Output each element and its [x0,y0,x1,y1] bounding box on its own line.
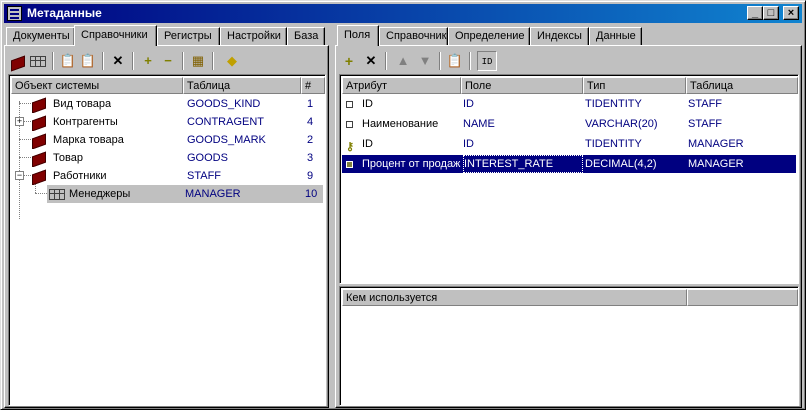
fields-grid[interactable]: Атрибут Поле Тип Таблица ID ID TIDENTITY… [339,74,799,284]
title-bar[interactable]: Метаданные _ □ × [4,4,802,23]
expand-icon[interactable]: + [15,117,24,126]
left-pane: Документы Справочники Регистры Настройки… [4,25,329,408]
add-item-icon[interactable]: + [138,51,158,71]
objects-tree[interactable]: Объект системы Таблица # Вид товара GOOD… [8,74,326,406]
diamond-icon[interactable]: ◆ [222,51,242,71]
right-tabpanel: + ✕ ▲ ▼ 📋 ID Атрибут Поле Тип Таблица ID… [335,45,802,408]
book-icon [31,167,47,185]
minimize-button[interactable]: _ [747,6,763,20]
table-icon [49,185,65,203]
left-tabpanel: 📋 📋 ✕ + − ▦ ◆ Объект системы Таблица # В… [4,45,329,408]
tab-database[interactable]: База [287,27,325,45]
field-marker-icon [346,115,353,133]
tree-row[interactable]: Товар GOODS 3 [11,149,323,167]
field-row[interactable]: Наименование NAME VARCHAR(20) STAFF [342,115,796,133]
col-attribute[interactable]: Атрибут [342,77,461,94]
field-row-selected[interactable]: Процент от продаж INTEREST_RATE DECIMAL(… [342,155,796,173]
key-icon: ⚷ [346,141,354,153]
window-title: Метаданные [27,6,102,20]
right-toolbar: + ✕ ▲ ▼ 📋 ID [339,49,798,73]
table-icon[interactable] [28,51,48,71]
tab-definition[interactable]: Определение [448,27,530,45]
tab-registers[interactable]: Регистры [157,27,220,45]
metadata-window: Метаданные _ □ × Документы Справочники Р… [0,0,806,410]
tree-row[interactable]: − Работники STAFF 9 [11,167,323,185]
col-object[interactable]: Объект системы [11,77,183,94]
move-up-icon[interactable]: ▲ [393,51,413,71]
col-used-by-extra[interactable] [687,289,798,306]
delete-field-icon[interactable]: ✕ [361,51,381,71]
remove-item-icon[interactable]: − [158,51,178,71]
book-icon [31,113,47,131]
field-row[interactable]: ⚷ ID ID TIDENTITY MANAGER [342,135,796,153]
tab-fields[interactable]: Поля [337,25,379,46]
tree-row[interactable]: Вид товара GOODS_KIND 1 [11,95,323,113]
tab-documents[interactable]: Документы [6,27,75,45]
tab-settings[interactable]: Настройки [220,27,287,45]
field-properties-icon[interactable]: 📋 [445,51,465,71]
col-used-by[interactable]: Кем используется [342,289,687,306]
id-toggle-button[interactable]: ID [477,51,497,71]
book-icon [31,149,47,167]
field-row[interactable]: ID ID TIDENTITY STAFF [342,95,796,113]
left-toolbar: 📋 📋 ✕ + − ▦ ◆ [8,49,325,73]
tab-reference[interactable]: Справочник [379,27,448,45]
properties-icon[interactable]: 📋 [58,51,78,71]
right-tabs: Поля Справочник Определение Индексы Данн… [335,25,802,46]
col-table[interactable]: Таблица [686,77,798,94]
hierarchy-icon[interactable]: ▦ [188,51,208,71]
tree-row[interactable]: Марка товара GOODS_MARK 2 [11,131,323,149]
app-icon [7,6,22,21]
tab-indexes[interactable]: Индексы [530,27,589,45]
tab-data[interactable]: Данные [589,27,642,45]
field-marker-icon [346,95,353,113]
col-num[interactable]: # [301,77,325,94]
delete-icon[interactable]: ✕ [108,51,128,71]
left-tabs: Документы Справочники Регистры Настройки… [4,25,329,46]
usage-grid[interactable]: Кем используется [339,286,799,406]
tree-row-selected[interactable]: Менеджеры MANAGER 10 [47,185,323,203]
col-field[interactable]: Поле [461,77,583,94]
close-button[interactable]: × [783,6,799,20]
right-pane: Поля Справочник Определение Индексы Данн… [335,25,802,408]
tab-references[interactable]: Справочники [74,25,157,46]
reference-book-icon[interactable] [8,51,28,71]
field-marker-icon [346,155,353,173]
properties-alt-icon[interactable]: 📋 [78,51,98,71]
tree-row[interactable]: + Контрагенты CONTRAGENT 4 [11,113,323,131]
book-icon [31,131,47,149]
book-icon [31,95,47,113]
maximize-button[interactable]: □ [763,6,779,20]
col-type[interactable]: Тип [583,77,686,94]
move-down-icon[interactable]: ▼ [415,51,435,71]
collapse-icon[interactable]: − [15,171,24,180]
add-field-icon[interactable]: + [339,51,359,71]
col-table[interactable]: Таблица [183,77,301,94]
